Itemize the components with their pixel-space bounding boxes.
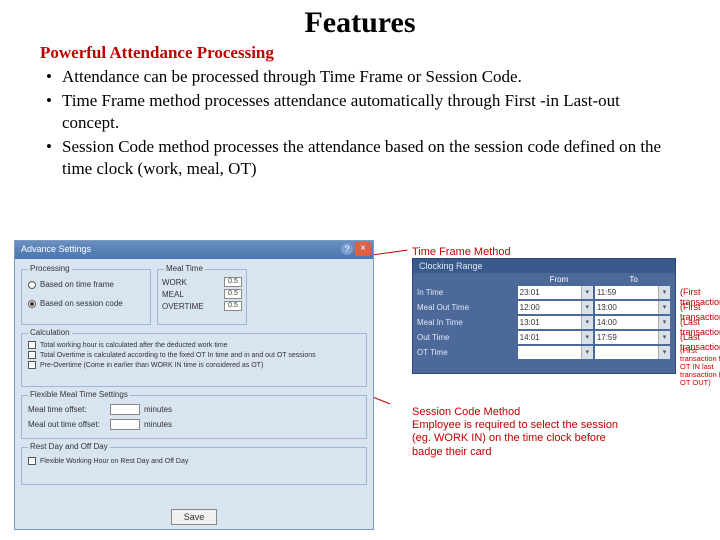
row-label: Meal In Time <box>417 318 517 327</box>
to-input[interactable]: 17:59 <box>595 331 670 344</box>
from-input[interactable]: 13:01 <box>518 316 593 329</box>
to-input[interactable] <box>595 346 670 359</box>
row-label: In Time <box>417 288 517 297</box>
meal-input[interactable]: 0.5 <box>224 289 242 299</box>
unit-label: minutes <box>144 405 172 414</box>
meal-offset-input[interactable] <box>110 404 140 415</box>
col-from: From <box>522 275 597 284</box>
bullet-item: Session Code method processes the attend… <box>40 136 680 180</box>
flex-meal-group: Flexible Meal Time Settings Meal time of… <box>21 395 367 439</box>
from-input[interactable] <box>518 346 593 359</box>
unit-label: minutes <box>144 420 172 429</box>
group-label: Processing <box>28 264 72 273</box>
group-label: Flexible Meal Time Settings <box>28 390 130 399</box>
timeframe-method-label: Time Frame Method <box>412 246 511 258</box>
processing-group: Processing Based on time frame Based on … <box>21 269 151 325</box>
from-input[interactable]: 14:01 <box>518 331 593 344</box>
checkbox[interactable] <box>28 351 36 359</box>
radio-sessioncode[interactable] <box>28 300 36 308</box>
to-input[interactable]: 13:00 <box>595 301 670 314</box>
panel-title: Clocking Range <box>413 259 675 273</box>
panel-header: From To <box>413 273 675 285</box>
work-input[interactable]: 0.5 <box>224 277 242 287</box>
meal-label: WORK <box>162 278 220 287</box>
mealtime-group: Meal Time WORK0.5 MEAL0.5 OVERTIME0.5 <box>157 269 247 325</box>
meal-label: OVERTIME <box>162 302 220 311</box>
annotation-ot-trans: (First transaction for OT IN last transa… <box>680 347 720 386</box>
save-button[interactable]: Save <box>171 509 217 525</box>
from-input[interactable]: 23:01 <box>518 286 593 299</box>
close-icon[interactable]: × <box>355 242 371 256</box>
row-label: Meal Out Time <box>417 303 517 312</box>
to-input[interactable]: 14:00 <box>595 316 670 329</box>
bullet-item: Time Frame method processes attendance a… <box>40 90 680 134</box>
radio-timeframe[interactable] <box>28 281 36 289</box>
group-label: Meal Time <box>164 264 205 273</box>
checkbox[interactable] <box>28 361 36 369</box>
col-to: To <box>596 275 671 284</box>
dialog-title-text: Advance Settings <box>21 244 91 254</box>
row-label: OT Time <box>417 348 517 357</box>
from-input[interactable]: 12:00 <box>518 301 593 314</box>
chk-label: Flexible Working Hour on Rest Day and Of… <box>40 458 188 465</box>
overtime-input[interactable]: 0.5 <box>224 301 242 311</box>
group-label: Rest Day and Off Day <box>28 442 110 451</box>
bullet-list: Attendance can be processed through Time… <box>40 66 680 180</box>
chk-label: Pre-Overtime (Come in earlier than WORK … <box>40 362 263 369</box>
chk-label: Total working hour is calculated after t… <box>40 342 228 349</box>
meal-out-offset-input[interactable] <box>110 419 140 430</box>
sessioncode-method-label: Session Code Method Employee is required… <box>412 406 632 459</box>
bullet-item: Attendance can be processed through Time… <box>40 66 680 88</box>
row-label: Out Time <box>417 333 517 342</box>
clocking-range-panel: Clocking Range From To In Time23:0111:59… <box>412 258 676 374</box>
flex-label: Meal out time offset: <box>28 420 106 429</box>
to-input[interactable]: 11:59 <box>595 286 670 299</box>
radio-label: Based on time frame <box>40 280 114 289</box>
checkbox[interactable] <box>28 341 36 349</box>
advance-settings-dialog: Advance Settings ? × Processing Based on… <box>14 240 374 530</box>
section-subtitle: Powerful Attendance Processing <box>40 42 680 64</box>
checkbox[interactable] <box>28 457 36 465</box>
page-title: Features <box>0 0 720 42</box>
flex-label: Meal time offset: <box>28 405 106 414</box>
help-icon[interactable]: ? <box>341 243 353 255</box>
radio-label: Based on session code <box>40 299 123 308</box>
group-label: Calculation <box>28 328 72 337</box>
calculation-group: Calculation Total working hour is calcul… <box>21 333 367 387</box>
dialog-titlebar: Advance Settings ? × <box>15 241 373 259</box>
meal-label: MEAL <box>162 290 220 299</box>
chk-label: Total Overtime is calculated according t… <box>40 352 316 359</box>
restday-group: Rest Day and Off Day Flexible Working Ho… <box>21 447 367 485</box>
